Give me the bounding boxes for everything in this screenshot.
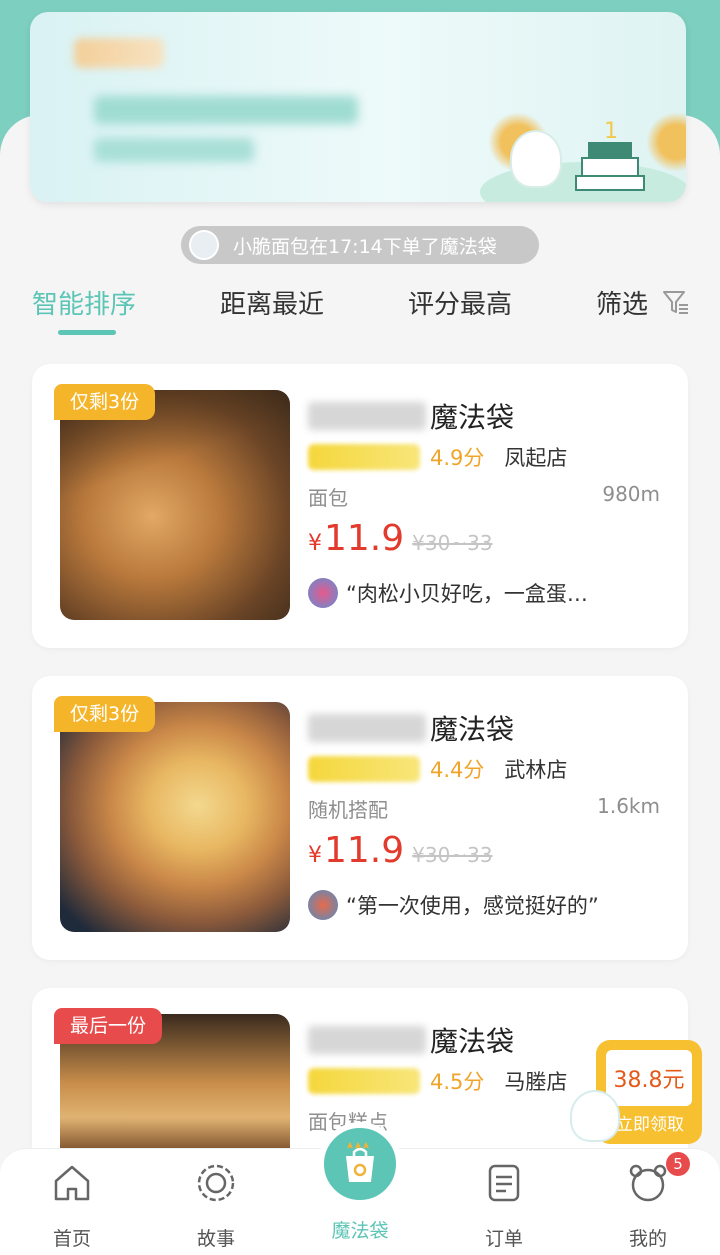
reviewer-avatar [308,578,338,608]
reviewer-avatar [308,890,338,920]
branch-name: 凤起店 [504,446,568,470]
rating-row: 4.4分 武林店 [308,754,567,784]
sunflower-icon [197,1164,235,1202]
notice-avatar [189,230,219,260]
tab-nearest[interactable]: 距离最近 [220,284,324,321]
notice-text: 小脆面包在17:14下单了魔法袋 [233,235,497,258]
nav-orders[interactable]: 订单 [454,1161,554,1251]
distance-label: 1.6km [597,794,660,818]
order-list-icon [488,1164,520,1202]
banner-blurred-tag [74,38,164,68]
magic-bag-icon [346,1142,374,1182]
bag-label: 魔法袋 [430,401,515,434]
review-row: “第一次使用，感觉挺好的” [308,890,599,920]
wheat-illustration [646,112,686,172]
store-card[interactable]: 仅剩3份 魔法袋 4.9分 凤起店 面包 980m ¥ 11.9 ¥30~33 … [32,364,688,648]
star-rating-icon [308,444,420,470]
coupon-claim-button[interactable]: 立即领取 [616,1110,684,1135]
nav-magic-bag-button[interactable] [318,1122,402,1206]
stock-tag: 最后一份 [54,1008,163,1044]
nav-magic-bag-label: 魔法袋 [331,1220,389,1242]
price-row: ¥ 11.9 ¥30~33 [308,518,493,559]
svg-text:1: 1 [604,119,618,144]
stock-tag: 仅剩3份 [54,696,156,732]
stock-tag: 仅剩3份 [54,384,156,420]
review-row: “肉松小贝好吃，一盒蛋… [308,578,588,608]
birthday-cake-illustration: 1 [575,119,645,191]
distance-label: 980m [602,482,660,506]
banner-blurred-subtitle [94,138,254,162]
bag-label: 魔法袋 [430,713,515,746]
coupon-amount: 38.8元 [606,1050,692,1106]
tab-top-rated[interactable]: 评分最高 [408,284,512,321]
sort-bar: 智能排序 距离最近 评分最高 筛选 [0,280,720,340]
price-row: ¥ 11.9 ¥30~33 [308,830,493,871]
tab-filter[interactable]: 筛选 [596,284,648,321]
nav-home-label: 首页 [52,1228,91,1250]
rating-score: 4.4分 [430,758,485,782]
rating-score: 4.9分 [430,446,485,470]
category-label: 随机搭配 [308,798,388,822]
home-icon [54,1165,90,1201]
nav-home[interactable]: 首页 [22,1161,122,1251]
store-name: 魔法袋 [308,1020,514,1060]
review-text: “肉松小贝好吃，一盒蛋… [346,582,588,606]
notification-badge: 5 [666,1152,690,1176]
nav-story-label: 故事 [196,1228,235,1250]
banner-blurred-title [94,96,358,124]
original-price: ¥30~33 [412,843,493,867]
branch-name: 马塍店 [504,1070,568,1094]
star-rating-icon [308,756,420,782]
bear-mascot-icon [570,1090,620,1142]
price-value: 11.9 [324,518,405,559]
nav-story[interactable]: 故事 [166,1161,266,1251]
store-card[interactable]: 仅剩3份 魔法袋 4.4分 武林店 随机搭配 1.6km ¥ 11.9 ¥30~… [32,676,688,960]
store-photo [60,390,290,620]
category-label: 面包 [308,486,348,510]
filter-icon[interactable] [662,288,690,316]
blurred-store-name [308,402,426,430]
rating-score: 4.5分 [430,1070,485,1094]
promo-banner[interactable]: 1 [30,12,686,202]
tab-smart-sort[interactable]: 智能排序 [32,284,136,321]
store-name: 魔法袋 [308,396,514,436]
order-notice-pill: 小脆面包在17:14下单了魔法袋 [181,226,539,264]
active-tab-indicator [58,330,116,335]
rating-row: 4.9分 凤起店 [308,442,567,472]
store-name: 魔法袋 [308,708,514,748]
nav-mine-label: 我的 [628,1228,667,1250]
original-price: ¥30~33 [412,531,493,555]
price-value: 11.9 [324,830,405,871]
currency-symbol: ¥ [308,531,322,556]
review-text: “第一次使用，感觉挺好的” [346,894,599,918]
bag-label: 魔法袋 [430,1025,515,1058]
nav-orders-label: 订单 [484,1228,523,1250]
currency-symbol: ¥ [308,843,322,868]
blurred-store-name [308,1026,426,1054]
store-photo [60,702,290,932]
blurred-store-name [308,714,426,742]
bear-mascot-illustration [510,130,562,188]
bear-profile-icon [629,1164,667,1202]
star-rating-icon [308,1068,420,1094]
rating-row: 4.5分 马塍店 [308,1066,567,1096]
branch-name: 武林店 [504,758,568,782]
